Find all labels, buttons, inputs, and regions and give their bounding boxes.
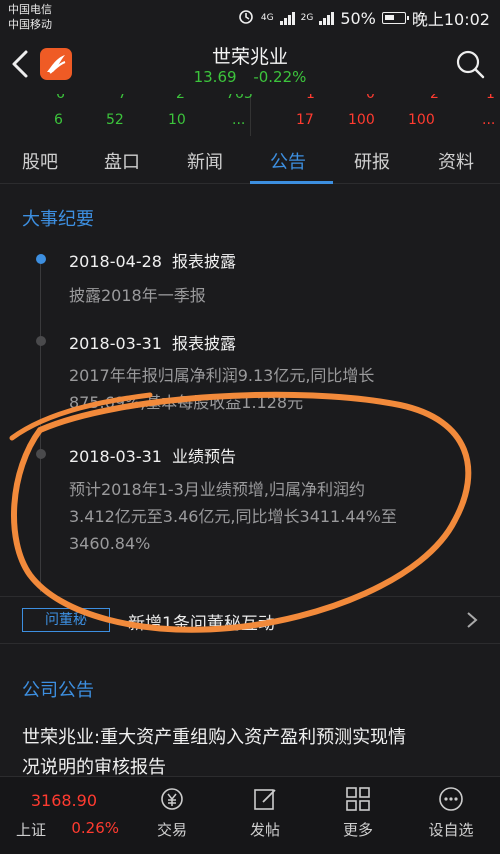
- ask-volume: 1: [486, 94, 495, 102]
- bid-volume: 6: [54, 112, 63, 128]
- event-date: 2018-03-31: [69, 334, 162, 353]
- signal-icon: [279, 11, 295, 25]
- announcement-item[interactable]: 世荣兆业:重大资产重组购入资产盈利预测实现情 况说明的审核报告: [22, 723, 482, 783]
- tab-bar: 股吧 盘口 新闻 公告 研报 资料: [0, 138, 500, 184]
- ask-volume: 17: [296, 112, 314, 128]
- nav-trade[interactable]: 交易: [127, 777, 217, 854]
- chevron-right-icon: [466, 611, 478, 634]
- carrier-1: 中国电信: [8, 3, 52, 16]
- bid-volume: 2: [176, 94, 185, 102]
- event-line: 预计2018年1-3月业绩预增,归属净利润约: [69, 480, 365, 499]
- network-2g: 2G: [300, 12, 314, 23]
- event-body: 预计2018年1-3月业绩预增,归属净利润约 3.412亿元至3.46亿元,同比…: [69, 476, 469, 557]
- search-icon[interactable]: [454, 48, 486, 80]
- tab-profile[interactable]: 资料: [438, 148, 474, 174]
- grid-icon: [346, 787, 370, 811]
- nav-post[interactable]: 发帖: [220, 777, 310, 854]
- ask-badge: 问董秘: [22, 608, 110, 632]
- battery-percent: 50%: [340, 8, 376, 28]
- timeline-dot: [36, 254, 46, 264]
- battery-icon: [381, 12, 409, 24]
- nav-label: 交易: [156, 821, 187, 839]
- events-section-title: 大事纪要: [22, 209, 94, 230]
- event-date: 2018-04-28: [69, 252, 162, 271]
- carrier-2: 中国移动: [8, 18, 52, 31]
- ask-text: 新增1条问董秘互动: [128, 614, 275, 634]
- ask-volume: 100: [348, 112, 375, 128]
- event-date: 2018-03-31: [69, 447, 162, 466]
- trade-icon: [161, 788, 183, 810]
- index-widget[interactable]: 3168.90 上证 0.26%: [0, 777, 125, 854]
- bottom-bar: 3168.90 上证 0.26% 交易 发帖 更多 设自选: [0, 776, 500, 854]
- stock-name: 世荣兆业: [211, 46, 288, 68]
- stock-header: 世荣兆业 13.69 -0.22%: [0, 34, 500, 94]
- ask-volume: 0: [366, 94, 375, 102]
- alarm-icon: [237, 7, 255, 29]
- index-name: 上证: [16, 821, 47, 839]
- tab-announcements[interactable]: 公告: [270, 148, 306, 174]
- event-tag: 业绩预告: [171, 447, 236, 466]
- nav-label: 更多: [342, 821, 373, 839]
- order-book-strip: 6 7 2 763 1 0 2 1 6 52 10 ... 17 100 100…: [0, 94, 500, 136]
- more-icon: [439, 787, 463, 811]
- clock: 晚上10:02: [411, 10, 490, 29]
- nav-label: 设自选: [428, 821, 474, 839]
- event-body: 披露2018年一季报: [69, 282, 469, 309]
- announcements-section-title: 公司公告: [22, 680, 94, 701]
- bid-volume: 763: [226, 94, 253, 102]
- event-line: 875.69%,基本每股收益1.128元: [69, 393, 304, 412]
- bid-volume: 52: [106, 112, 124, 128]
- ask-secretary-row[interactable]: 问董秘 新增1条问董秘互动: [0, 596, 500, 644]
- nav-more[interactable]: 更多: [313, 777, 403, 854]
- network-4g: 4G: [260, 12, 274, 23]
- event-line: 3460.84%: [69, 534, 151, 553]
- ask-volume: 2: [430, 94, 439, 102]
- status-bar: 中国电信 中国移动 4G 2G 50% 晚上10:02: [0, 0, 500, 34]
- tab-research[interactable]: 研报: [354, 148, 390, 174]
- nav-watchlist[interactable]: 设自选: [406, 777, 496, 854]
- tab-news[interactable]: 新闻: [187, 148, 223, 174]
- nav-label: 发帖: [249, 821, 280, 839]
- tab-pankou[interactable]: 盘口: [104, 148, 140, 174]
- event-line: 披露2018年一季报: [69, 286, 206, 305]
- ask-volume: 1: [306, 94, 315, 102]
- timeline-line: [40, 262, 41, 592]
- event-tag: 报表披露: [171, 334, 236, 353]
- index-value: 3168.90: [30, 791, 97, 810]
- active-tab-indicator: [250, 181, 333, 184]
- bid-volume: 7: [118, 94, 127, 102]
- event-tag: 报表披露: [171, 252, 236, 271]
- event-line: 3.412亿元至3.46亿元,同比增长3411.44%至: [69, 507, 397, 526]
- bid-volume: 10: [168, 112, 186, 128]
- event-body: 2017年年报归属净利润9.13亿元,同比增长 875.69%,基本每股收益1.…: [69, 362, 469, 416]
- event-header[interactable]: 2018-04-28 报表披露: [69, 248, 236, 272]
- timeline-dot: [36, 449, 46, 459]
- bid-volume: ...: [232, 112, 246, 128]
- stock-quote: 13.69 -0.22%: [0, 68, 500, 86]
- ask-volume: 100: [408, 112, 435, 128]
- event-line: 2017年年报归属净利润9.13亿元,同比增长: [69, 366, 375, 385]
- announcement-line: 世荣兆业:重大资产重组购入资产盈利预测实现情: [22, 727, 407, 748]
- stock-price: 13.69: [193, 68, 237, 86]
- ask-volume: ...: [482, 112, 496, 128]
- event-header[interactable]: 2018-03-31 报表披露: [69, 330, 236, 354]
- event-header[interactable]: 2018-03-31 业绩预告: [69, 443, 236, 467]
- bid-volume: 6: [56, 94, 65, 102]
- tab-guba[interactable]: 股吧: [22, 148, 58, 174]
- signal-icon-2: [319, 11, 335, 25]
- index-percent: 0.26%: [71, 819, 119, 837]
- stock-change: -0.22%: [253, 68, 307, 86]
- timeline-dot: [36, 336, 46, 346]
- edit-icon: [254, 789, 276, 810]
